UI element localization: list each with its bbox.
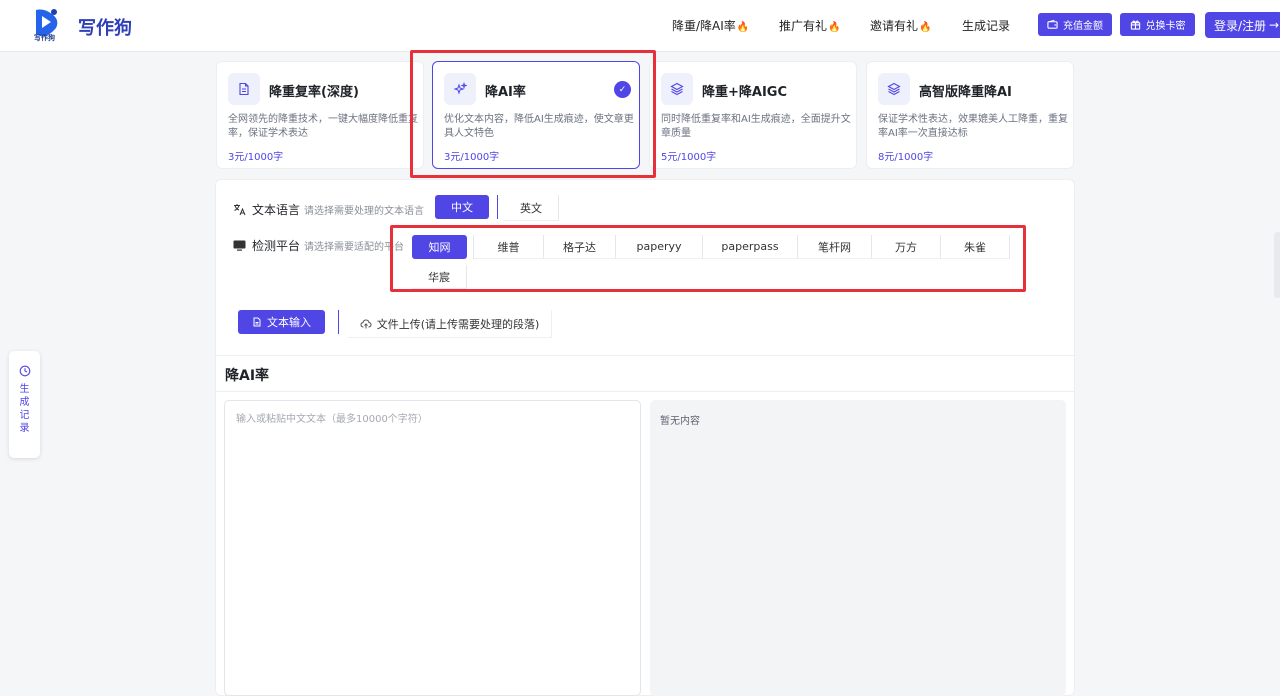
cloud-upload-icon bbox=[360, 318, 372, 328]
platform-option-huachen[interactable]: 华宸 bbox=[412, 265, 467, 289]
divider bbox=[216, 355, 1074, 356]
nav-link-history[interactable]: 生成记录 bbox=[962, 17, 1010, 34]
card-icon-box bbox=[228, 73, 260, 105]
flame-icon: 🔥 bbox=[736, 22, 750, 33]
card-price: 3元/1000字 bbox=[444, 152, 500, 163]
platform-option-wanfang[interactable]: 万方 bbox=[872, 235, 941, 259]
recharge-button[interactable]: 充值金额 bbox=[1038, 13, 1112, 36]
platform-option-paperyy[interactable]: paperyy bbox=[616, 235, 703, 259]
card-title: 降重复率(深度) bbox=[269, 85, 359, 100]
card-title: 高智版降重降AI bbox=[919, 85, 1012, 100]
nav-link-invite[interactable]: 邀请有礼🔥 bbox=[870, 17, 931, 34]
card-description: 保证学术性表达，效果媲美人工降重，重复率AI率一次直接达标 bbox=[878, 114, 1068, 139]
divider bbox=[338, 310, 339, 334]
card-deep-dedup[interactable]: 降重复率(深度) 全网领先的降重技术，一键大幅度降低重复率，保证学术表达 3元/… bbox=[216, 61, 424, 169]
login-label: 登录/注册 bbox=[1214, 18, 1267, 33]
monitor-icon bbox=[233, 240, 246, 251]
history-float-label: 生成记录 bbox=[19, 384, 30, 434]
redeem-button[interactable]: 兑换卡密 bbox=[1120, 13, 1195, 36]
card-icon-box bbox=[444, 73, 476, 105]
platform-label: 检测平台 bbox=[233, 237, 300, 254]
platform-option-weipu[interactable]: 维普 bbox=[474, 235, 544, 259]
language-label-text: 文本语言 bbox=[252, 203, 301, 217]
check-icon: ✓ bbox=[614, 81, 631, 98]
flame-icon: 🔥 bbox=[919, 22, 932, 33]
wallet-icon bbox=[1047, 19, 1058, 29]
divider bbox=[497, 195, 498, 219]
history-float-button[interactable]: 生成记录 bbox=[9, 351, 40, 458]
redeem-label: 兑换卡密 bbox=[1145, 21, 1186, 32]
brand-name[interactable]: 写作狗 bbox=[78, 14, 132, 40]
card-icon-box bbox=[878, 73, 910, 105]
platform-option-cnki[interactable]: 知网 bbox=[412, 235, 467, 259]
card-icon-box bbox=[661, 73, 693, 105]
logo-caption: 写作狗 bbox=[34, 34, 55, 42]
platform-option-gezida[interactable]: 格子达 bbox=[544, 235, 616, 259]
nav-label: 降重/降AI率 bbox=[672, 19, 736, 33]
login-register-button[interactable]: 登录/注册 → bbox=[1205, 12, 1280, 38]
language-label: 文本语言 bbox=[233, 201, 300, 218]
platform-label-text: 检测平台 bbox=[252, 239, 301, 253]
file-upload-tab[interactable]: 文件上传(请上传需要处理的段落) bbox=[348, 310, 552, 338]
card-price: 8元/1000字 bbox=[878, 152, 934, 163]
nav-label: 邀请有礼 bbox=[870, 19, 919, 33]
card-reduce-ai[interactable]: 降AI率 ✓ 优化文本内容，降低AI生成痕迹，使文章更具人文特色 3元/1000… bbox=[432, 61, 640, 169]
output-area: 暂无内容 bbox=[650, 400, 1066, 696]
layers-icon bbox=[887, 82, 901, 96]
translate-icon bbox=[234, 204, 246, 216]
arrow-right-icon: → bbox=[1269, 18, 1280, 32]
scroll-handle[interactable] bbox=[1274, 232, 1280, 298]
card-description: 同时降低重复率和AI生成痕迹，全面提升文章质量 bbox=[661, 114, 851, 139]
file-upload-tab-label: 文件上传(请上传需要处理的段落) bbox=[376, 317, 540, 331]
text-input-area[interactable] bbox=[224, 400, 641, 696]
card-title: 降重+降AIGC bbox=[702, 85, 788, 100]
document-icon bbox=[253, 317, 261, 327]
card-dedup-aigc[interactable]: 降重+降AIGC 同时降低重复率和AI生成痕迹，全面提升文章质量 5元/1000… bbox=[649, 61, 857, 169]
card-title: 降AI率 bbox=[485, 85, 526, 100]
text-input-tab[interactable]: 文本输入 bbox=[238, 310, 325, 334]
clock-icon bbox=[19, 365, 30, 377]
flame-icon: 🔥 bbox=[828, 22, 841, 33]
platform-option-bigan[interactable]: 笔杆网 bbox=[798, 235, 872, 259]
platform-option-paperpass[interactable]: paperpass bbox=[703, 235, 798, 259]
card-price: 3元/1000字 bbox=[228, 152, 284, 163]
card-premium[interactable]: 高智版降重降AI 保证学术性表达，效果媲美人工降重，重复率AI率一次直接达标 8… bbox=[866, 61, 1074, 169]
nav-label: 生成记录 bbox=[962, 19, 1011, 33]
top-header: 写作狗 写作狗 降重/降AI率🔥 推广有礼🔥 邀请有礼🔥 生成记录 充值金额 兑… bbox=[0, 0, 1280, 52]
recharge-label: 充值金额 bbox=[1063, 21, 1103, 32]
card-description: 全网领先的降重技术，一键大幅度降低重复率，保证学术表达 bbox=[228, 114, 418, 139]
card-description: 优化文本内容，降低AI生成痕迹，使文章更具人文特色 bbox=[444, 114, 634, 139]
text-input-tab-label: 文本输入 bbox=[267, 316, 311, 329]
gift-icon bbox=[1130, 20, 1140, 30]
platform-option-zhuque[interactable]: 朱雀 bbox=[941, 235, 1010, 259]
nav-link-reduce[interactable]: 降重/降AI率🔥 bbox=[672, 17, 749, 34]
divider bbox=[216, 391, 1074, 392]
card-price: 5元/1000字 bbox=[661, 152, 717, 163]
language-option-chinese[interactable]: 中文 bbox=[435, 195, 489, 219]
layers-icon bbox=[670, 82, 684, 96]
sparkles-icon bbox=[453, 82, 467, 95]
platform-hint: 请选择需要适配的平台 bbox=[304, 242, 404, 253]
nav-label: 推广有礼 bbox=[779, 19, 828, 33]
section-title: 降AI率 bbox=[225, 368, 270, 384]
nav-link-promote[interactable]: 推广有礼🔥 bbox=[779, 17, 840, 34]
language-hint: 请选择需要处理的文本语言 bbox=[304, 206, 424, 217]
output-empty-text: 暂无内容 bbox=[660, 416, 700, 427]
language-option-english[interactable]: 英文 bbox=[504, 195, 559, 221]
document-icon bbox=[239, 82, 249, 96]
